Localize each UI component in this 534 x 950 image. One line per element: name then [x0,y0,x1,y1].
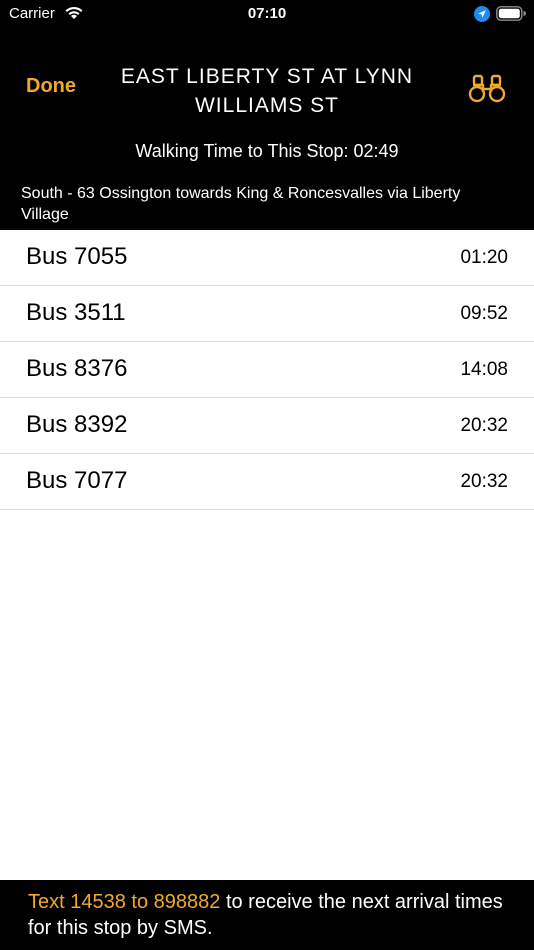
arrival-row[interactable]: Bus 7077 20:32 [0,454,534,510]
screen: Carrier 07:10 Done EAST LIBERTY ST AT LY… [0,0,534,950]
status-time: 07:10 [247,5,287,22]
arrival-row[interactable]: Bus 7055 01:20 [0,230,534,286]
status-bar: Carrier 07:10 [0,0,534,30]
stop-header: Done EAST LIBERTY ST AT LYNN WILLIAMS ST… [0,30,534,230]
sms-link[interactable]: Text 14538 to 898882 [28,891,220,913]
walking-time: Walking Time to This Stop: 02:49 [135,141,399,161]
sms-message: Text 14538 to 898882 to receive the next… [28,889,518,941]
bus-label: Bus 3511 [26,299,126,326]
arrival-time: 20:32 [460,415,508,436]
route-description: South - 63 Ossington towards King & Ronc… [21,185,461,223]
binoculars-icon[interactable] [468,74,506,104]
bus-label: Bus 8376 [26,355,128,382]
arrival-row[interactable]: Bus 8392 20:32 [0,398,534,454]
done-button[interactable]: Done [26,75,76,98]
arrival-row[interactable]: Bus 3511 09:52 [0,286,534,342]
battery-icon [496,6,526,21]
arrival-time: 14:08 [460,359,508,380]
bus-label: Bus 8392 [26,411,128,438]
bus-label: Bus 7077 [26,467,128,494]
arrivals-list: Bus 7055 01:20 Bus 3511 09:52 Bus 8376 1… [0,230,534,510]
arrival-time: 09:52 [460,303,508,324]
arrival-time: 20:32 [460,471,508,492]
sms-footer: Text 14538 to 898882 to receive the next… [0,880,534,950]
arrival-row[interactable]: Bus 8376 14:08 [0,342,534,398]
stop-title: EAST LIBERTY ST AT LYNN WILLIAMS ST [120,65,414,117]
location-icon [474,6,490,22]
bus-label: Bus 7055 [26,243,128,270]
arrival-time: 01:20 [460,247,508,268]
